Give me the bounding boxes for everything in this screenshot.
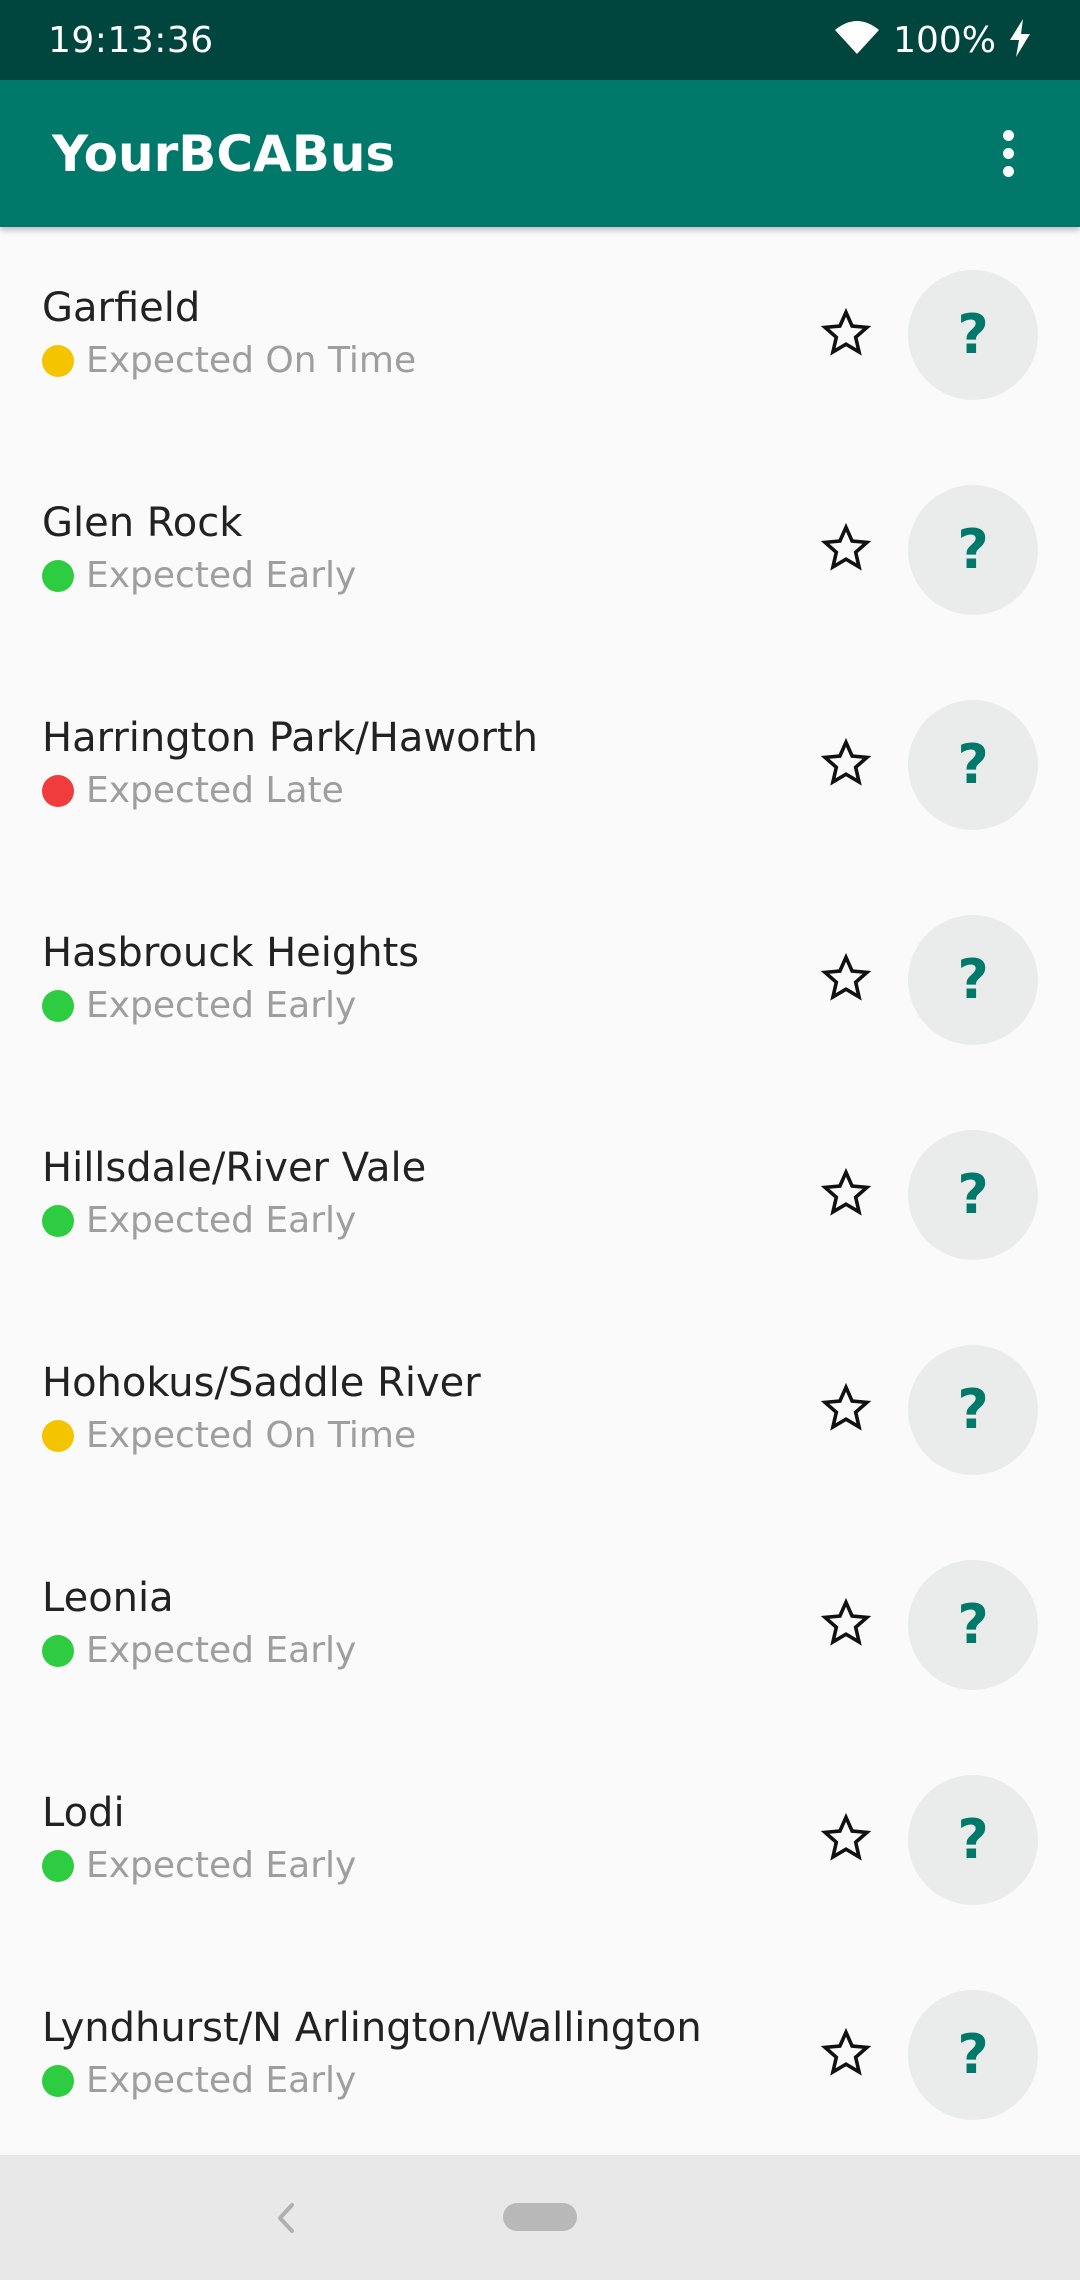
route-status: Expected Early (86, 554, 357, 596)
route-info: Garfield Expected On Time (42, 281, 806, 385)
status-dot-icon (42, 344, 74, 377)
favorite-button[interactable] (806, 940, 886, 1020)
favorite-button[interactable] (806, 295, 886, 375)
route-status: Expected Early (86, 984, 357, 1026)
route-info: Lodi Expected Early (42, 1786, 806, 1890)
status-dot-icon (42, 1204, 74, 1237)
star-outline-icon (819, 1166, 873, 1224)
route-info: Glen Rock Expected Early (42, 496, 806, 600)
route-row[interactable]: Garfield Expected On Time? (0, 227, 1080, 442)
status-line: Expected Early (42, 982, 806, 1030)
star-outline-icon (819, 951, 873, 1009)
route-name: Lodi (42, 1789, 125, 1836)
route-name: Garfield (42, 284, 201, 331)
back-icon[interactable] (268, 2193, 304, 2243)
charging-icon (1008, 19, 1032, 61)
route-name: Lyndhurst/N Arlington/Wallington (42, 2004, 702, 2051)
status-line: Expected On Time (42, 337, 806, 385)
help-button[interactable]: ? (908, 1344, 1038, 1475)
status-dot-icon (42, 774, 74, 807)
help-button[interactable]: ? (908, 269, 1038, 400)
star-outline-icon (819, 736, 873, 794)
status-line: Expected Early (42, 2057, 806, 2105)
route-row[interactable]: Hasbrouck Heights Expected Early? (0, 872, 1080, 1087)
status-dot-icon (42, 989, 74, 1022)
route-status: Expected Early (86, 1844, 357, 1886)
help-button[interactable]: ? (908, 1774, 1038, 1905)
favorite-button[interactable] (806, 1155, 886, 1235)
status-line: Expected Late (42, 767, 806, 815)
route-name: Hillsdale/River Vale (42, 1144, 427, 1191)
status-dot-icon (42, 559, 74, 592)
status-line: Expected Early (42, 1627, 806, 1675)
app-title: YourBCABus (52, 124, 396, 183)
route-status: Expected Early (86, 2059, 357, 2101)
route-info: Harrington Park/Haworth Expected Late (42, 711, 806, 815)
help-button[interactable]: ? (908, 914, 1038, 1045)
star-outline-icon (819, 1596, 873, 1654)
route-info: Lyndhurst/N Arlington/Wallington Expected… (42, 2001, 806, 2105)
route-row[interactable]: Lyndhurst/N Arlington/Wallington Expected… (0, 1947, 1080, 2155)
route-row[interactable]: Leonia Expected Early? (0, 1517, 1080, 1732)
route-name: Glen Rock (42, 499, 243, 546)
status-dot-icon (42, 1634, 74, 1667)
help-button[interactable]: ? (908, 1559, 1038, 1690)
route-info: Hasbrouck Heights Expected Early (42, 926, 806, 1030)
status-line: Expected Early (42, 552, 806, 600)
favorite-button[interactable] (806, 1585, 886, 1665)
route-list[interactable]: Garfield Expected On Time? Glen Rock Expect… (0, 227, 1080, 2155)
route-status: Expected On Time (86, 339, 417, 381)
favorite-button[interactable] (806, 725, 886, 805)
status-icons: 100% (833, 19, 1032, 61)
favorite-button[interactable] (806, 2015, 886, 2095)
route-status: Expected Late (86, 769, 344, 811)
status-dot-icon (42, 1419, 74, 1452)
status-dot-icon (42, 2064, 74, 2097)
home-pill-icon[interactable] (503, 2203, 577, 2231)
status-dot-icon (42, 1849, 74, 1882)
help-button[interactable]: ? (908, 1129, 1038, 1260)
battery-percentage: 100% (893, 19, 996, 61)
route-row[interactable]: Harrington Park/Haworth Expected Late? (0, 657, 1080, 872)
wifi-icon (833, 20, 881, 60)
route-info: Leonia Expected Early (42, 1571, 806, 1675)
more-vert-icon (1002, 130, 1014, 141)
star-outline-icon (819, 2026, 873, 2084)
route-status: Expected Early (86, 1199, 357, 1241)
help-button[interactable]: ? (908, 699, 1038, 830)
status-time: 19:13:36 (48, 19, 214, 61)
help-button[interactable]: ? (908, 484, 1038, 615)
star-outline-icon (819, 1811, 873, 1869)
more-vert-icon-dot (1002, 148, 1014, 159)
favorite-button[interactable] (806, 510, 886, 590)
route-row[interactable]: Lodi Expected Early? (0, 1732, 1080, 1947)
app-bar: YourBCABus (0, 80, 1080, 227)
navigation-bar (0, 2155, 1080, 2280)
route-row[interactable]: Glen Rock Expected Early? (0, 442, 1080, 657)
star-outline-icon (819, 1381, 873, 1439)
status-line: Expected On Time (42, 1412, 806, 1460)
status-bar: 19:13:36 100% (0, 0, 1080, 80)
status-line: Expected Early (42, 1842, 806, 1890)
route-status: Expected Early (86, 1629, 357, 1671)
route-name: Harrington Park/Haworth (42, 714, 539, 761)
star-outline-icon (819, 306, 873, 364)
route-row[interactable]: Hillsdale/River Vale Expected Early? (0, 1087, 1080, 1302)
favorite-button[interactable] (806, 1370, 886, 1450)
route-row[interactable]: Hohokus/Saddle River Expected On Time? (0, 1302, 1080, 1517)
route-name: Hasbrouck Heights (42, 929, 420, 976)
favorite-button[interactable] (806, 1800, 886, 1880)
route-info: Hohokus/Saddle River Expected On Time (42, 1356, 806, 1460)
more-vert-icon-dot (1002, 166, 1014, 177)
route-status: Expected On Time (86, 1414, 417, 1456)
route-info: Hillsdale/River Vale Expected Early (42, 1141, 806, 1245)
route-name: Leonia (42, 1574, 174, 1621)
status-line: Expected Early (42, 1197, 806, 1245)
route-name: Hohokus/Saddle River (42, 1359, 481, 1406)
star-outline-icon (819, 521, 873, 579)
help-button[interactable]: ? (908, 1989, 1038, 2120)
more-options-button[interactable] (988, 114, 1028, 194)
